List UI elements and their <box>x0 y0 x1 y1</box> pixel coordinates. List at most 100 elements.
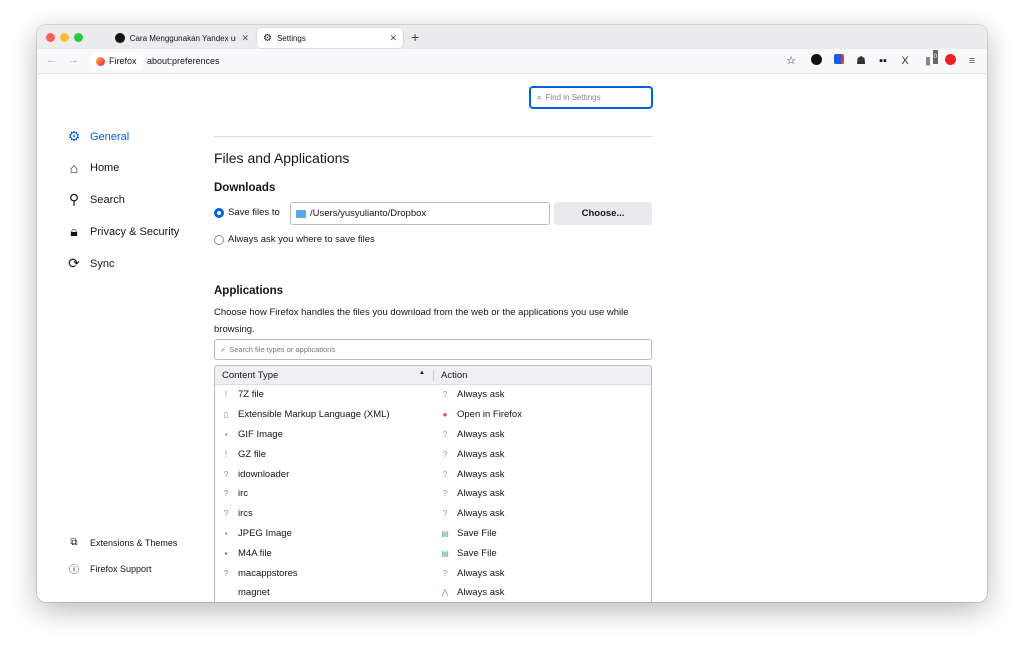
divider <box>214 136 652 137</box>
table-row[interactable]: ? idownloader? Always ask <box>215 464 651 484</box>
help-icon: ⓘ <box>69 565 79 576</box>
file-type-icon: ? <box>223 509 229 519</box>
file-type-search-input[interactable]: ⌕ Search file types or applications <box>214 339 652 360</box>
action-icon: ? <box>442 469 448 479</box>
column-label: Content Type <box>222 369 279 381</box>
table-row[interactable]: ▯ Extensible Markup Language (XML) ● Open i… <box>215 405 651 425</box>
content-type: macappstores <box>238 567 298 579</box>
close-tab-icon[interactable]: ✕ <box>389 33 397 44</box>
column-content-type[interactable]: Content Type ▲ <box>215 369 434 381</box>
url-input[interactable]: about:preferences <box>147 56 220 66</box>
column-action[interactable]: Action <box>434 370 467 381</box>
tab-yandex[interactable]: Cara Menggunakan Yandex untu ✕ <box>109 28 255 48</box>
firefox-icon <box>96 56 105 66</box>
table-row[interactable]: magnet ⋀ Always ask <box>215 583 651 602</box>
action-icon: ▤ <box>441 528 449 538</box>
always-ask-radio[interactable]: Always ask you where to save files <box>214 234 375 245</box>
applications-table: Content Type ▲ Action ! 7Z file? Always ask… <box>214 365 652 602</box>
action-value[interactable]: Open in Firefox <box>457 409 522 420</box>
content-type: magnet <box>238 587 270 599</box>
table-row[interactable]: ▪ M4A file ▤ Save File <box>215 543 651 563</box>
sidebar-item-search[interactable]: ⚲ Search <box>66 191 125 208</box>
extension-ghost-icon[interactable]: ☗ <box>854 54 868 68</box>
new-tab-button[interactable]: + <box>411 29 419 45</box>
action-value[interactable]: Always ask <box>457 568 505 579</box>
sort-ascending-icon: ▲ <box>419 369 425 376</box>
choose-button[interactable]: Choose... <box>554 202 652 225</box>
save-files-radio[interactable]: Save files to <box>214 207 280 218</box>
bookmark-star-icon[interactable]: ☆ <box>784 54 798 68</box>
sidebar-extensions-link[interactable]: ⧉ Extensions & Themes <box>66 537 177 548</box>
sidebar-item-privacy[interactable]: 🔒︎ Privacy & Security <box>66 223 179 240</box>
identity-box[interactable]: Firefox <box>91 52 142 70</box>
search-placeholder: Search file types or applications <box>229 345 336 354</box>
tab-bar: Cara Menggunakan Yandex untu ✕ ⚙ Setting… <box>37 25 987 49</box>
action-icon: ? <box>442 429 448 439</box>
extension-badge-count: 0 <box>932 50 938 64</box>
table-row[interactable]: ? irc? Always ask <box>215 484 651 504</box>
action-value[interactable]: Save File <box>457 528 497 539</box>
menu-icon[interactable]: ≡ <box>965 54 979 68</box>
content-type: JPEG Image <box>238 527 292 539</box>
extension-badge-icon[interactable]: ▮ 0 <box>921 50 938 68</box>
content-type: 7Z file <box>238 389 264 401</box>
sidebar-item-general[interactable]: ⚙ General <box>66 128 129 145</box>
content-type: irc <box>238 488 249 500</box>
action-icon: ● <box>442 410 448 420</box>
sidebar-item-label: Search <box>90 193 125 206</box>
action-value[interactable]: Always ask <box>457 389 505 400</box>
close-window-button[interactable] <box>46 33 55 42</box>
extension-x-icon[interactable]: X <box>898 54 912 68</box>
action-icon: ? <box>442 509 448 519</box>
forward-icon[interactable]: → <box>68 54 79 66</box>
content-type: M4A file <box>238 547 272 559</box>
extension-grid-icon[interactable]: ▪▪ <box>876 54 890 68</box>
action-icon: ? <box>442 390 448 400</box>
table-row[interactable]: ! GZ file? Always ask <box>215 444 651 464</box>
action-value[interactable]: Save File <box>457 548 497 559</box>
download-folder-field[interactable]: /Users/yusyulianto/Dropbox <box>290 202 550 225</box>
action-value[interactable]: Always ask <box>457 449 505 460</box>
close-tab-icon[interactable]: ✕ <box>241 33 249 44</box>
tab-settings[interactable]: ⚙ Settings ✕ <box>257 28 403 48</box>
sidebar-item-sync[interactable]: ⟳ Sync <box>66 255 114 272</box>
table-row[interactable]: ▪ GIF Image? Always ask <box>215 425 651 445</box>
sidebar-item-home[interactable]: ⌂ Home <box>66 160 120 176</box>
search-placeholder: Find in Settings <box>545 93 601 102</box>
table-row[interactable]: ▪ JPEG Image ▤ Save File <box>215 524 651 544</box>
extension-eyes-icon[interactable] <box>809 54 823 68</box>
action-icon: ? <box>442 489 448 499</box>
download-path: /Users/yusyulianto/Dropbox <box>310 208 427 219</box>
find-in-settings-input[interactable]: ⌕ Find in Settings <box>529 86 653 109</box>
action-value[interactable]: Always ask <box>457 587 505 598</box>
sidebar-footer-label: Firefox Support <box>90 563 152 574</box>
extension-red-icon[interactable] <box>943 54 957 68</box>
radio-unselected[interactable] <box>214 234 224 245</box>
action-value[interactable]: Always ask <box>457 508 505 519</box>
radio-selected[interactable] <box>214 207 224 218</box>
tab-title: Cara Menggunakan Yandex untu <box>129 33 237 43</box>
folder-icon <box>296 209 306 218</box>
minimize-window-button[interactable] <box>60 33 69 42</box>
action-icon: ⋀ <box>441 588 449 598</box>
applications-description: Choose how Firefox handles the files you… <box>214 307 629 335</box>
search-icon: ⌕ <box>537 92 542 102</box>
table-row[interactable]: ? ircs? Always ask <box>215 504 651 524</box>
file-type-icon: ! <box>224 449 228 459</box>
action-value[interactable]: Always ask <box>457 469 505 480</box>
file-type-icon: ▪ <box>224 548 228 558</box>
file-type-icon: ? <box>223 568 229 578</box>
table-row[interactable]: ? macappstores? Always ask <box>215 563 651 583</box>
back-icon[interactable]: ← <box>46 54 57 66</box>
column-label: Action <box>441 369 468 381</box>
table-row[interactable]: ! 7Z file? Always ask <box>215 385 651 405</box>
action-value[interactable]: Always ask <box>457 488 505 499</box>
sidebar-support-link[interactable]: ⓘ Firefox Support <box>66 561 152 577</box>
action-value[interactable]: Always ask <box>457 429 505 440</box>
applications-list: ! 7Z file? Always ask ▯ Extensible Markup La… <box>215 385 651 602</box>
action-icon: ▤ <box>441 548 449 558</box>
extension-bitwarden-icon[interactable] <box>832 54 846 68</box>
gear-icon: ⚙ <box>67 128 81 144</box>
zoom-window-button[interactable] <box>74 33 83 42</box>
sidebar-item-label: Privacy & Security <box>90 225 180 238</box>
